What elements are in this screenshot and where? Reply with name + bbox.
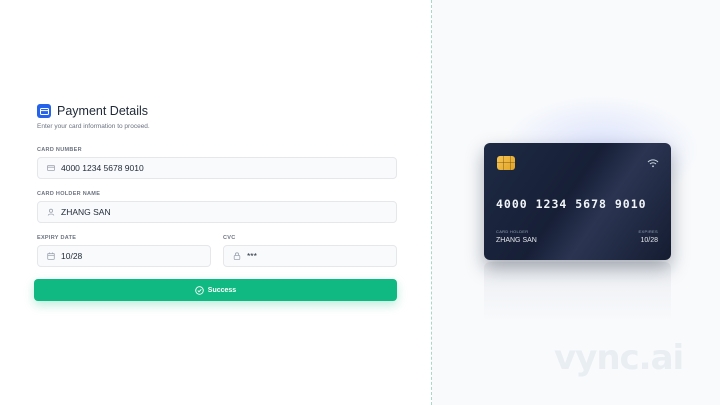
cvc-field[interactable]: ***: [223, 245, 397, 267]
card-expires-label: EXPIRES: [638, 229, 658, 234]
card-holder-label: CARD HOLDER: [496, 229, 529, 234]
credit-card-icon: [37, 104, 51, 118]
holder-name-value: ZHANG SAN: [61, 207, 111, 217]
success-button[interactable]: Success: [34, 279, 397, 301]
holder-name-field[interactable]: ZHANG SAN: [37, 201, 397, 223]
contactless-icon: [647, 155, 659, 168]
success-button-label: Success: [207, 286, 237, 294]
holder-name-label: CARD HOLDER NAME: [37, 191, 101, 197]
user-icon: [47, 208, 55, 216]
card-holder-value: ZHANG SAN: [496, 237, 537, 244]
page-subtitle: Enter your card information to proceed.: [37, 123, 150, 130]
payment-form: Payment Details Enter your card informat…: [34, 104, 397, 267]
form-header: Payment Details: [34, 104, 397, 118]
lock-icon: [233, 252, 241, 260]
page-title: Payment Details: [57, 104, 149, 118]
watermark: vync.ai: [554, 338, 684, 378]
cvc-label: CVC: [223, 235, 236, 241]
card-number-field[interactable]: 4000 1234 5678 9010: [37, 157, 397, 179]
check-circle-icon: [195, 285, 204, 295]
cvc-value: ***: [247, 251, 257, 261]
expiry-value: 10/28: [61, 251, 83, 261]
card-preview-number: 4000 1234 5678 9010: [496, 197, 647, 211]
pane-divider: [431, 0, 432, 405]
credit-card-preview: 4000 1234 5678 9010 CARD HOLDER ZHANG SA…: [484, 143, 671, 260]
chip-icon: [497, 156, 515, 170]
expiry-field[interactable]: 10/28: [37, 245, 211, 267]
card-number-label: CARD NUMBER: [37, 147, 82, 153]
card-reflection: [484, 262, 671, 322]
card-expires-value: 10/28: [640, 237, 658, 244]
calendar-icon: [47, 252, 55, 260]
card-icon: [47, 164, 55, 172]
expiry-label: EXPIRY DATE: [37, 235, 77, 241]
card-number-value: 4000 1234 5678 9010: [61, 163, 144, 173]
